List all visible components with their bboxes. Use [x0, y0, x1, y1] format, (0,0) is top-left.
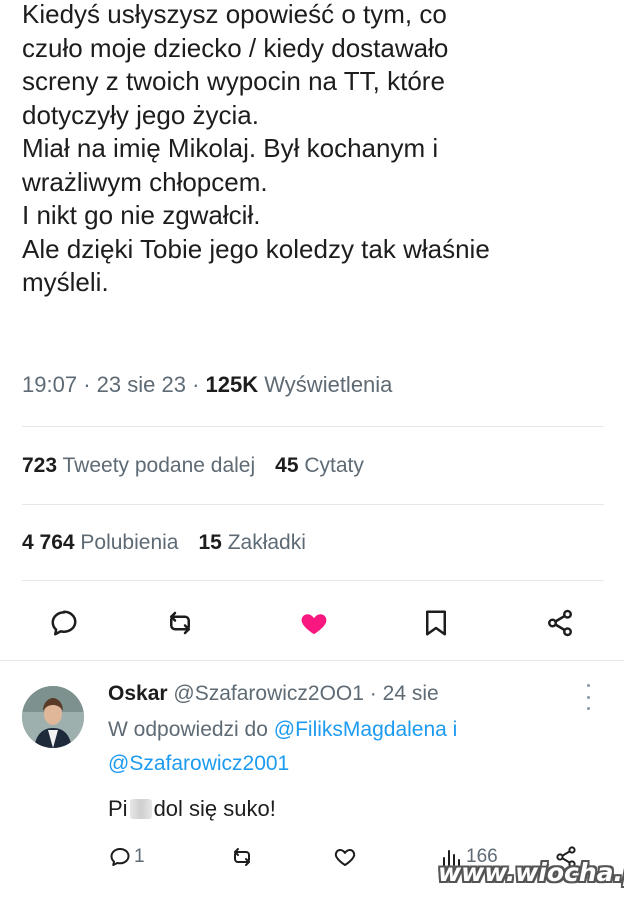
mention-link[interactable]: @Szafarowicz2001: [108, 752, 289, 775]
meta-separator: ·: [192, 372, 200, 397]
mention-conjunction: i: [452, 718, 458, 741]
divider: [22, 580, 604, 581]
views-label: Wyświetlenia: [264, 372, 393, 397]
bookmarks-count: 15: [198, 531, 222, 554]
like-button[interactable]: [296, 605, 332, 641]
reply-text: Pi dol się suko!: [108, 796, 276, 822]
more-options-button[interactable]: [580, 684, 596, 710]
tweet-time[interactable]: 19:07: [22, 372, 77, 397]
in-reply-to-label: W odpowiedzi do: [108, 718, 268, 741]
tweet-text: Kiedyś usłyszysz opowieść o tym, co czuł…: [22, 0, 612, 300]
tweet-line: I nikt go nie zgwałcił.: [22, 200, 261, 230]
share-icon: [548, 609, 572, 637]
reply-author-handle[interactable]: @Szafarowicz2OO1: [173, 682, 364, 705]
tweet-line: myśleli.: [22, 267, 109, 297]
censor-blur: [129, 799, 152, 819]
stats-row-reposts: 723 Tweety podane dalej 45 Cytaty: [22, 454, 364, 478]
retweets-count: 723: [22, 454, 58, 477]
reply-retweet-button[interactable]: [230, 842, 254, 872]
heart-outline-icon: [334, 849, 356, 866]
tweet-line: screny z twoich wypocin na TT, które: [22, 66, 445, 96]
likes-count: 4 764: [22, 531, 75, 554]
bookmark-icon: [426, 610, 446, 636]
tweet-line: wrażliwym chłopcem.: [22, 166, 268, 197]
retweets-stat[interactable]: 723 Tweety podane dalej: [22, 454, 255, 477]
quotes-stat[interactable]: 45 Cytaty: [275, 454, 364, 477]
reply-author-name[interactable]: Oskar: [108, 682, 168, 705]
meta-separator: ·: [83, 372, 91, 397]
watermark: www.wiocha.pl: [438, 858, 624, 887]
stats-row-likes: 4 764 Polubienia 15 Zakładki: [22, 531, 306, 555]
reply-header: Oskar @Szafarowicz2OO1 · 24 sie: [108, 682, 439, 706]
bookmarks-stat[interactable]: 15 Zakładki: [199, 531, 306, 554]
bookmarks-label: Zakładki: [227, 531, 306, 554]
reply-like-button[interactable]: [333, 842, 357, 872]
reply-icon: [51, 610, 77, 636]
likes-stat[interactable]: 4 764 Polubienia: [22, 531, 179, 554]
tweet-line: dotyczyły jego życia.: [22, 99, 259, 130]
divider: [22, 426, 604, 427]
avatar-image: [22, 686, 84, 748]
retweet-icon: [170, 611, 190, 635]
divider: [22, 504, 604, 505]
reply-text-start: Pi: [108, 796, 128, 821]
reply-age[interactable]: 24 sie: [383, 682, 439, 705]
more-dot: [586, 707, 590, 710]
bookmark-button[interactable]: [418, 605, 454, 641]
share-button[interactable]: [542, 605, 578, 641]
tweet-line: Ale dzięki Tobie jego koledzy tak właśni…: [22, 233, 490, 264]
likes-label: Polubienia: [80, 531, 179, 554]
tweet-line: Kiedyś usłyszysz opowieść o tym, co: [22, 0, 447, 29]
quotes-label: Cytaty: [304, 454, 364, 477]
tweet-meta: 19:07 · 23 sie 23 · 125K Wyświetlenia: [22, 372, 392, 398]
tweet-date[interactable]: 23 sie 23: [97, 372, 186, 397]
reply-separator: ·: [369, 682, 377, 705]
more-dot: [586, 684, 590, 687]
tweet-line: czuło moje dziecko / kiedy dostawało: [22, 32, 449, 63]
in-reply-to: W odpowiedzi do @FiliksMagdalena i: [108, 718, 457, 742]
reply-reply-button[interactable]: 1: [108, 842, 145, 872]
divider: [0, 660, 624, 661]
reply-button[interactable]: [46, 605, 82, 641]
in-reply-to-continued: @Szafarowicz2001: [108, 752, 289, 776]
reply-count: 1: [134, 846, 145, 867]
avatar[interactable]: [22, 686, 84, 748]
retweets-label: Tweety podane dalej: [62, 454, 256, 477]
tweet-line: Miał na imię Mikolaj. Był kochanym i: [22, 133, 439, 163]
quotes-count: 45: [275, 454, 299, 477]
more-dot: [586, 695, 590, 699]
mention-link[interactable]: @FiliksMagdalena: [274, 718, 447, 741]
views-count: 125K: [205, 372, 259, 397]
reply-icon: [110, 848, 130, 866]
retweet-button[interactable]: [162, 605, 198, 641]
heart-icon: [301, 614, 327, 635]
retweet-icon: [234, 848, 250, 866]
reply-text-end: dol się suko!: [153, 796, 276, 821]
